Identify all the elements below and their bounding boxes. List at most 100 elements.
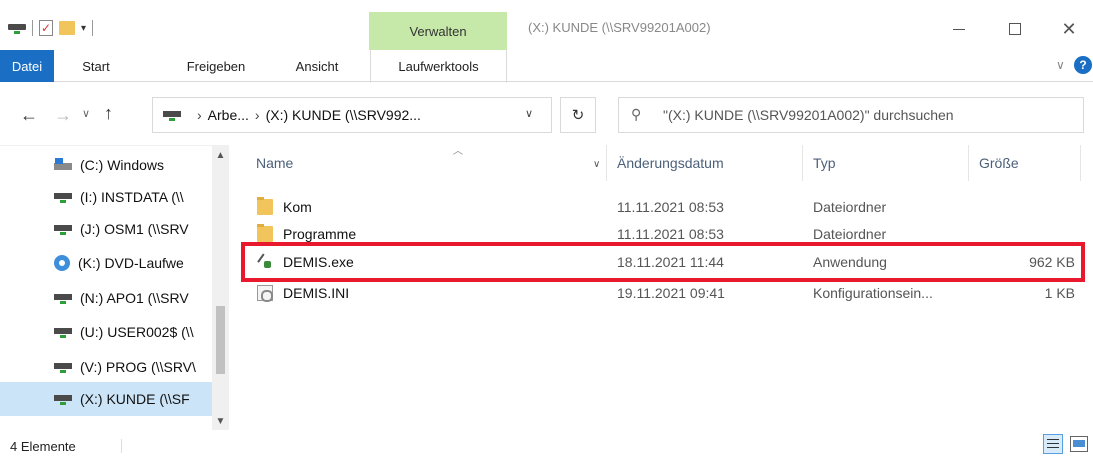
tab-freigeben[interactable]: Freigeben xyxy=(176,50,256,82)
dvd-drive-icon xyxy=(54,255,70,271)
expand-ribbon-icon[interactable]: ∨ xyxy=(1056,58,1065,72)
file-type: Dateiordner xyxy=(813,226,887,242)
tree-item-n-apo1[interactable]: (N:) APO1 (\\SRV xyxy=(0,282,212,314)
network-drive-icon xyxy=(54,222,72,236)
file-row[interactable]: DEMIS.INI 19.11.2021 09:41 Konfiguration… xyxy=(229,281,1089,305)
file-name: Kom xyxy=(283,199,312,215)
status-bar: 4 Elemente xyxy=(0,430,1093,457)
column-header-label: Änderungsdatum xyxy=(617,155,724,171)
file-type: Dateiordner xyxy=(813,199,887,215)
back-arrow-icon[interactable]: ← xyxy=(20,105,38,126)
minimize-button[interactable] xyxy=(936,14,982,44)
tree-item-label: (N:) APO1 (\\SRV xyxy=(80,290,189,306)
address-dropdown-icon[interactable]: ∨ xyxy=(525,107,533,120)
ribbon-tabs: Datei Start Freigeben Ansicht Laufwerkto… xyxy=(0,50,1093,83)
details-view-icon[interactable] xyxy=(1043,434,1063,454)
column-header-name[interactable]: Name ︿ ∨ xyxy=(229,145,607,181)
up-arrow-icon[interactable]: ↑ xyxy=(104,103,113,124)
highlight-box xyxy=(241,242,1085,282)
column-header-size[interactable]: Größe xyxy=(969,145,1081,181)
tab-start[interactable]: Start xyxy=(69,50,123,82)
file-date: 11.11.2021 08:53 xyxy=(617,226,724,242)
drive-icon xyxy=(163,109,181,121)
tree-item-label: (V:) PROG (\\SRV\ xyxy=(80,359,196,375)
drive-icon[interactable] xyxy=(8,22,26,34)
navigation-bar: ← → ∨ ↑ › Arbe... › (X:) KUNDE (\\SRV992...… xyxy=(0,83,1093,145)
navigation-pane: (C:) Windows (I:) INSTDATA (\\ (J:) OSM1… xyxy=(0,145,229,430)
tree-item-i-instdata[interactable]: (I:) INSTDATA (\\ xyxy=(0,181,212,213)
scroll-down-icon[interactable]: ▼ xyxy=(212,416,229,427)
tree-item-label: (K:) DVD-Laufwe xyxy=(78,255,184,271)
qa-separator xyxy=(92,20,94,36)
breadcrumb-item[interactable]: Arbe... xyxy=(208,107,249,123)
folder-icon xyxy=(257,197,273,215)
tree-item-label: (X:) KUNDE (\\SF xyxy=(80,391,190,407)
scroll-up-icon[interactable]: ▲ xyxy=(212,150,229,161)
tree-item-k-dvd[interactable]: (K:) DVD-Laufwe xyxy=(0,247,212,279)
customize-qa-dropdown-icon[interactable]: ▾ xyxy=(81,23,86,34)
help-icon[interactable]: ? xyxy=(1074,56,1092,74)
file-size: 1 KB xyxy=(1044,285,1075,301)
network-drive-icon xyxy=(54,325,72,339)
maximize-button[interactable] xyxy=(992,14,1038,44)
windows-drive-icon xyxy=(54,158,72,172)
explorer-window: ✓ ▾ Verwalten (X:) KUNDE (\\SRV99201A002… xyxy=(0,0,1093,457)
column-header-date[interactable]: Änderungsdatum xyxy=(607,145,803,181)
column-header-type[interactable]: Typ xyxy=(803,145,969,181)
close-button[interactable]: ✕ xyxy=(1046,14,1092,44)
breadcrumb: › Arbe... › (X:) KUNDE (\\SRV992... xyxy=(191,107,421,123)
nav-scrollbar[interactable]: ▲ ▼ xyxy=(212,146,229,430)
window-title: (X:) KUNDE (\\SRV99201A002) xyxy=(528,20,711,35)
tree-item-x-kunde[interactable]: (X:) KUNDE (\\SF xyxy=(0,382,212,416)
tab-ansicht[interactable]: Ansicht xyxy=(286,50,348,82)
quick-access-toolbar: ✓ ▾ xyxy=(8,20,94,36)
tree-item-c-windows[interactable]: (C:) Windows xyxy=(0,149,212,181)
tab-datei[interactable]: Datei xyxy=(0,50,54,82)
breadcrumb-item[interactable]: (X:) KUNDE (\\SRV992... xyxy=(266,107,421,123)
forward-arrow-icon[interactable]: → xyxy=(54,105,72,126)
address-bar[interactable]: › Arbe... › (X:) KUNDE (\\SRV992... ∨ xyxy=(152,97,552,133)
qa-separator xyxy=(32,20,33,36)
ini-file-icon xyxy=(257,285,273,302)
network-drive-icon xyxy=(54,360,72,374)
breadcrumb-chevron-icon[interactable]: › xyxy=(249,107,266,123)
network-drive-icon xyxy=(54,190,72,204)
tab-laufwerktools[interactable]: Laufwerktools xyxy=(370,50,507,83)
column-header-label: Größe xyxy=(979,155,1019,171)
search-icon: ⚲ xyxy=(631,106,642,122)
new-folder-icon[interactable] xyxy=(59,21,75,35)
tree-item-label: (J:) OSM1 (\\SRV xyxy=(80,221,189,237)
column-filter-dropdown-icon[interactable]: ∨ xyxy=(593,159,600,170)
scrollbar-thumb[interactable] xyxy=(216,306,225,374)
network-drive-icon xyxy=(54,291,72,305)
properties-icon[interactable]: ✓ xyxy=(39,20,53,36)
file-name: DEMIS.INI xyxy=(283,285,350,301)
minimize-icon xyxy=(953,28,965,30)
tree-item-j-osm1[interactable]: (J:) OSM1 (\\SRV xyxy=(0,213,212,245)
refresh-button[interactable]: ↻ xyxy=(560,97,596,133)
breadcrumb-chevron-icon[interactable]: › xyxy=(191,107,208,123)
tree-item-v-prog[interactable]: (V:) PROG (\\SRV\ xyxy=(0,351,212,383)
file-name: Programme xyxy=(283,226,357,242)
file-date: 11.11.2021 08:53 xyxy=(617,199,724,215)
sort-ascending-icon: ︿ xyxy=(453,146,463,157)
close-icon: ✕ xyxy=(1061,18,1077,39)
status-separator xyxy=(121,439,122,453)
context-tab-manage: Verwalten xyxy=(369,12,507,50)
folder-icon xyxy=(257,224,273,242)
tree-item-label: (U:) USER002$ (\\ xyxy=(80,324,194,340)
tree-item-label: (C:) Windows xyxy=(80,157,165,173)
file-date: 19.11.2021 09:41 xyxy=(617,285,725,301)
maximize-icon xyxy=(1009,23,1021,35)
network-drive-icon xyxy=(54,392,72,406)
search-box[interactable]: ⚲ "(X:) KUNDE (\\SRV99201A002)" durchsuc… xyxy=(618,97,1084,133)
item-count: 4 Elemente xyxy=(10,439,76,454)
file-type: Konfigurationsein... xyxy=(813,285,933,301)
file-row[interactable]: Kom 11.11.2021 08:53 Dateiordner xyxy=(229,195,1089,219)
recent-locations-chevron-icon[interactable]: ∨ xyxy=(82,107,90,120)
tree-item-u-user002[interactable]: (U:) USER002$ (\\ xyxy=(0,316,212,348)
refresh-icon: ↻ xyxy=(571,107,585,124)
tree-item-label: (I:) INSTDATA (\\ xyxy=(80,189,184,205)
large-icons-view-icon[interactable] xyxy=(1070,436,1088,452)
column-header-label: Typ xyxy=(813,155,836,171)
